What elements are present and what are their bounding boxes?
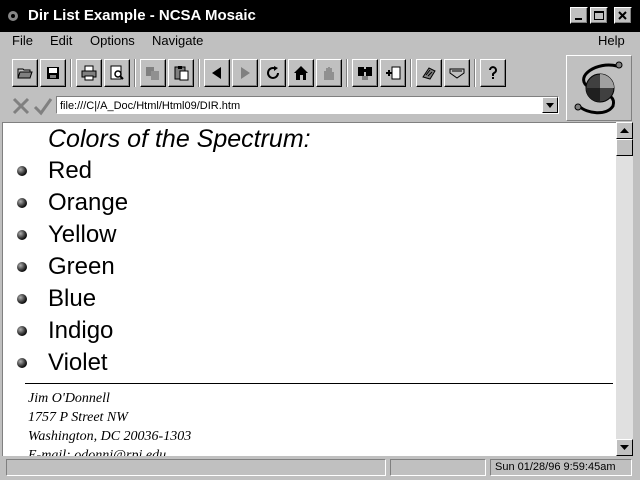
- bullet-icon: [17, 230, 27, 240]
- hotlist-icon: [422, 67, 436, 80]
- bullet-icon: [17, 294, 27, 304]
- scroll-thumb[interactable]: [616, 139, 633, 156]
- confirm-url-button[interactable]: [32, 95, 54, 117]
- forward-icon: [241, 67, 250, 79]
- stop-button[interactable]: [316, 59, 342, 87]
- add-hotlist-icon: [386, 66, 401, 80]
- maximize-button[interactable]: [590, 7, 608, 24]
- back-button[interactable]: [204, 59, 230, 87]
- toolbar-separator: [474, 59, 476, 87]
- mosaic-logo: [566, 55, 632, 121]
- bullet-icon: [17, 326, 27, 336]
- find-icon: [358, 67, 372, 80]
- mosaic-globe-icon: [574, 61, 623, 115]
- toolbar-separator: [70, 59, 72, 87]
- forward-button[interactable]: [232, 59, 258, 87]
- status-datetime: Sun 01/28/96 9:59:45am: [490, 459, 632, 476]
- menu-options[interactable]: Options: [90, 33, 135, 48]
- stop-icon: [324, 67, 334, 80]
- bullet-icon: [17, 198, 27, 208]
- print-button[interactable]: [76, 59, 102, 87]
- bullet-icon: [17, 166, 27, 176]
- minimize-button[interactable]: [570, 7, 588, 24]
- toolbar-separator: [198, 59, 200, 87]
- title-bar: Dir List Example - NCSA Mosaic: [0, 0, 640, 32]
- close-button[interactable]: [614, 7, 632, 24]
- print-preview-button[interactable]: [104, 59, 130, 87]
- arrow-down-icon: [620, 445, 629, 450]
- address-email[interactable]: E-mail: odonnj@rpi.edu: [28, 448, 166, 456]
- vertical-scrollbar[interactable]: [616, 122, 633, 456]
- toolbar-separator: [346, 59, 348, 87]
- hotlist-button[interactable]: [416, 59, 442, 87]
- open-icon: [17, 68, 33, 79]
- news-icon: [449, 68, 465, 79]
- find-button[interactable]: [352, 59, 378, 87]
- color-label: Blue: [48, 285, 97, 312]
- home-button[interactable]: [288, 59, 314, 87]
- bullet-icon: [17, 262, 27, 272]
- status-message-panel: [6, 459, 386, 476]
- chevron-down-icon: [546, 103, 554, 108]
- arrow-up-icon: [620, 128, 629, 133]
- address-street: 1757 P Street NW: [28, 410, 128, 425]
- back-icon: [212, 67, 221, 79]
- status-progress-panel: [390, 459, 486, 476]
- url-input[interactable]: [56, 96, 559, 114]
- window-title: Dir List Example - NCSA Mosaic: [28, 7, 256, 24]
- paste-icon: [174, 66, 189, 81]
- open-button[interactable]: [12, 59, 38, 87]
- color-label: Green: [48, 253, 115, 280]
- help-button[interactable]: [480, 59, 506, 87]
- page-heading: Colors of the Spectrum:: [48, 125, 311, 153]
- color-label: Yellow: [48, 221, 117, 248]
- color-label: Red: [48, 157, 93, 184]
- copy-icon: [146, 67, 159, 80]
- menu-bar: File Edit Options Navigate Help: [0, 32, 640, 51]
- reload-button[interactable]: [260, 59, 286, 87]
- menu-help[interactable]: Help: [598, 33, 625, 48]
- color-label: Indigo: [48, 317, 114, 344]
- app-icon[interactable]: [6, 9, 20, 23]
- cancel-url-button[interactable]: [10, 95, 32, 117]
- add-hotlist-button[interactable]: [380, 59, 406, 87]
- color-label: Violet: [48, 349, 108, 376]
- menu-navigate[interactable]: Navigate: [152, 33, 203, 48]
- document-view: Colors of the Spectrum: Red Orange Yello…: [2, 122, 616, 456]
- x-icon: [12, 97, 30, 115]
- print-preview-icon: [110, 65, 124, 80]
- status-bar: Sun 01/28/96 9:59:45am: [0, 457, 640, 480]
- home-icon: [294, 66, 308, 80]
- print-icon: [81, 65, 97, 81]
- toolbar-separator: [134, 59, 136, 87]
- news-button[interactable]: [444, 59, 470, 87]
- save-button[interactable]: [40, 59, 66, 87]
- scroll-up-button[interactable]: [616, 122, 633, 139]
- paste-button[interactable]: [168, 59, 194, 87]
- menu-edit[interactable]: Edit: [50, 33, 72, 48]
- menu-file[interactable]: File: [12, 33, 33, 48]
- url-dropdown-button[interactable]: [542, 97, 558, 113]
- help-icon: [489, 66, 497, 79]
- url-bar: [6, 93, 562, 119]
- scroll-down-button[interactable]: [616, 439, 633, 456]
- reload-icon: [267, 66, 279, 79]
- horizontal-rule: [25, 383, 613, 384]
- toolbar: [6, 56, 562, 91]
- address-name: Jim O'Donnell: [28, 391, 110, 406]
- save-icon: [47, 67, 59, 79]
- check-icon: [33, 98, 53, 116]
- bullet-icon: [17, 358, 27, 368]
- address-city: Washington, DC 20036-1303: [28, 429, 192, 444]
- copy-button[interactable]: [140, 59, 166, 87]
- toolbar-separator: [410, 59, 412, 87]
- color-label: Orange: [48, 189, 129, 216]
